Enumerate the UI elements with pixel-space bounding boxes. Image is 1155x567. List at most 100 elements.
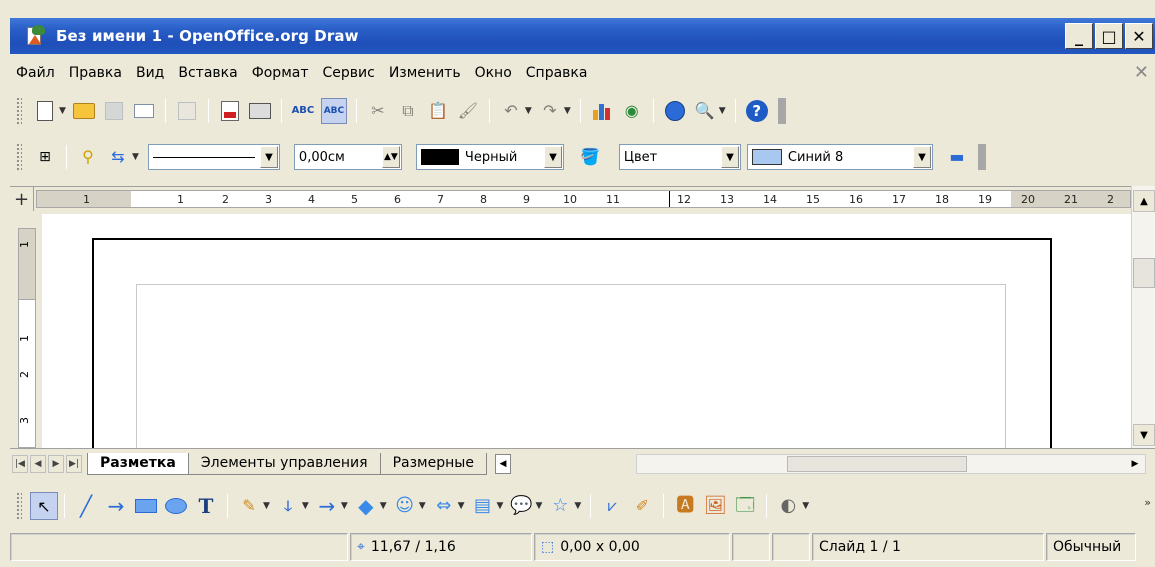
connector-tool-icon[interactable]: ↆ	[276, 494, 300, 518]
curve-dropdown-icon[interactable]: ▼	[263, 501, 270, 511]
toolbar-more-icon[interactable]: »	[1144, 496, 1151, 509]
copy-icon[interactable]: ⧉	[396, 99, 420, 123]
lines-arrows-tool-icon[interactable]: →	[315, 494, 339, 518]
new-dropdown-icon[interactable]: ▼	[59, 106, 66, 116]
stars-icon[interactable]: ☆	[548, 494, 572, 518]
line-icon[interactable]: ⚲	[76, 145, 100, 169]
chevron-down-icon[interactable]: ▼	[259, 146, 278, 168]
toolbar-grip[interactable]	[16, 492, 22, 520]
ruler-corner-icon[interactable]: +	[10, 187, 34, 211]
scroll-thumb[interactable]	[787, 456, 967, 472]
menu-edit[interactable]: Правка	[63, 65, 130, 81]
flowcharts-icon[interactable]: ▤	[471, 494, 495, 518]
chevron-down-icon[interactable]: ▼	[720, 146, 739, 168]
open-icon[interactable]	[72, 99, 96, 123]
chart-icon[interactable]	[590, 99, 614, 123]
gallery-tool-icon[interactable]: 🗔	[733, 494, 757, 518]
close-document-icon[interactable]: ✕	[1134, 62, 1149, 83]
block-arrows-dropdown-icon[interactable]: ▼	[458, 501, 465, 511]
first-tab-icon[interactable]: |◀	[12, 454, 28, 473]
stars-dropdown-icon[interactable]: ▼	[574, 501, 581, 511]
tabs-scroll-left-icon[interactable]: ◀	[494, 453, 511, 474]
undo-dropdown-icon[interactable]: ▼	[525, 106, 532, 116]
block-arrows-icon[interactable]: ⇔	[432, 494, 456, 518]
vertical-scrollbar[interactable]: ▲ ▼	[1131, 186, 1155, 448]
chevron-down-icon[interactable]: ▼	[912, 146, 931, 168]
vertical-ruler[interactable]: 1 1 2 3	[14, 214, 42, 448]
menu-modify[interactable]: Изменить	[383, 65, 469, 81]
toolbar-grip[interactable]	[16, 143, 22, 171]
prev-tab-icon[interactable]: ◀	[30, 454, 46, 473]
last-tab-icon[interactable]: ▶|	[66, 454, 82, 473]
spinner-arrows-icon[interactable]: ▲▼	[381, 146, 400, 168]
save-icon[interactable]	[102, 99, 126, 123]
extrusion-dropdown-icon[interactable]: ▼	[802, 501, 809, 511]
text-tool-icon[interactable]: T	[194, 494, 218, 518]
line-tool-icon[interactable]: ╱	[74, 494, 98, 518]
menu-help[interactable]: Справка	[520, 65, 596, 81]
glue-points-icon[interactable]: ✐	[630, 494, 654, 518]
basic-shapes-icon[interactable]: ◆	[354, 494, 378, 518]
print-icon[interactable]	[248, 99, 272, 123]
callouts-dropdown-icon[interactable]: ▼	[535, 501, 542, 511]
fontwork-icon[interactable]: 🅰	[673, 494, 697, 518]
line-style-select[interactable]: ▼	[147, 144, 280, 170]
line-color-select[interactable]: Черный ▼	[415, 144, 564, 170]
gallery-icon[interactable]: ◉	[620, 99, 644, 123]
scroll-down-icon[interactable]: ▼	[1133, 424, 1155, 446]
scroll-thumb[interactable]	[1133, 258, 1155, 288]
curve-tool-icon[interactable]: ✎	[237, 494, 261, 518]
from-file-icon[interactable]: 🖼	[703, 494, 727, 518]
menu-format[interactable]: Формат	[246, 65, 317, 81]
autospellcheck-icon[interactable]: ABC	[320, 98, 347, 124]
tab-dimension-lines[interactable]: Размерные	[379, 452, 487, 475]
area-icon[interactable]: 🪣	[578, 145, 602, 169]
undo-icon[interactable]: ↶	[499, 99, 523, 123]
shadow-icon[interactable]: ▬	[945, 145, 969, 169]
menu-insert[interactable]: Вставка	[172, 65, 245, 81]
select-pointer-icon[interactable]: ↖	[30, 492, 58, 520]
tab-layout[interactable]: Разметка	[87, 452, 189, 475]
redo-icon[interactable]: ↷	[538, 99, 562, 123]
paste-icon[interactable]: 📋	[426, 99, 450, 123]
menu-file[interactable]: Файл	[10, 65, 63, 81]
email-icon[interactable]	[132, 99, 156, 123]
horizontal-ruler[interactable]: 1 1 2 3 4 5 6 7 8 9 10 11 12 13 14 15 16…	[36, 190, 1131, 208]
cut-icon[interactable]: ✂	[366, 99, 390, 123]
callouts-icon[interactable]: 💬	[509, 494, 533, 518]
scroll-right-icon[interactable]: ▶	[1126, 456, 1144, 472]
zoom-dropdown-icon[interactable]: ▼	[719, 106, 726, 116]
spellcheck-icon[interactable]: ABC	[291, 99, 315, 123]
scroll-up-icon[interactable]: ▲	[1133, 190, 1155, 212]
export-pdf-icon[interactable]	[218, 99, 242, 123]
object-select-icon[interactable]: ⊞	[33, 145, 57, 169]
drawing-canvas[interactable]	[42, 214, 1131, 468]
menu-window[interactable]: Окно	[469, 65, 520, 81]
toolbar-grip[interactable]	[16, 97, 22, 125]
points-icon[interactable]: ⩗	[600, 494, 624, 518]
new-icon[interactable]	[33, 99, 57, 123]
zoom-icon[interactable]: 🔍	[693, 99, 717, 123]
symbol-shapes-dropdown-icon[interactable]: ▼	[419, 501, 426, 511]
lines-arrows-dropdown-icon[interactable]: ▼	[341, 501, 348, 511]
arrow-style-dropdown-icon[interactable]: ▼	[132, 152, 139, 162]
menu-tools[interactable]: Сервис	[317, 65, 383, 81]
area-style-select[interactable]: Цвет ▼	[618, 144, 741, 170]
menu-view[interactable]: Вид	[130, 65, 172, 81]
ellipse-tool-icon[interactable]	[164, 494, 188, 518]
next-tab-icon[interactable]: ▶	[48, 454, 64, 473]
horizontal-scrollbar[interactable]: ▶	[636, 454, 1146, 474]
maximize-button[interactable]: □	[1095, 23, 1123, 49]
redo-dropdown-icon[interactable]: ▼	[564, 106, 571, 116]
toolbar-overflow-handle[interactable]	[977, 144, 986, 170]
help-icon[interactable]: ?	[745, 99, 769, 123]
format-paintbrush-icon[interactable]: 🖌	[456, 99, 480, 123]
arrow-style-icon[interactable]: ⇆	[106, 145, 130, 169]
rectangle-tool-icon[interactable]	[134, 494, 158, 518]
fill-color-select[interactable]: Синий 8 ▼	[746, 144, 933, 170]
basic-shapes-dropdown-icon[interactable]: ▼	[380, 501, 387, 511]
extrusion-icon[interactable]: ◐	[776, 494, 800, 518]
line-width-spinner[interactable]: 0,00см ▲▼	[293, 144, 402, 170]
toolbar-overflow-handle[interactable]	[777, 98, 786, 124]
minimize-button[interactable]: _	[1065, 23, 1093, 49]
